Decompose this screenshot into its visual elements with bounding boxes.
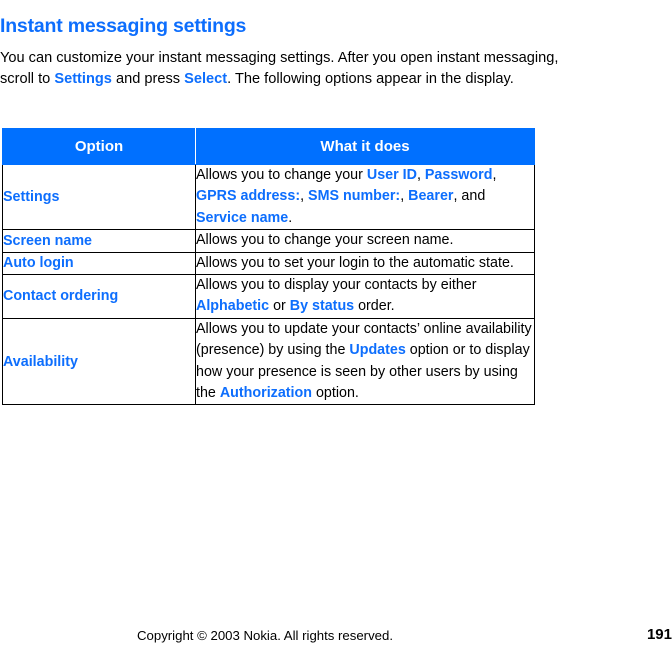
table-row: Screen name Allows you to change your sc… — [2, 229, 535, 253]
desc-text: Allows you to change your — [196, 167, 367, 183]
desc-text: or — [269, 298, 290, 315]
desc-term-updates: Updates — [349, 342, 406, 359]
option-name-availability: Availability — [2, 317, 196, 406]
option-description-availability: Allows you to update your contacts’ onli… — [195, 317, 535, 406]
desc-term-alphabetic: Alphabetic — [196, 298, 270, 315]
desc-text: Allows you to change your screen name. — [196, 232, 454, 249]
option-description-settings: Allows you to change your User ID, Passw… — [195, 163, 535, 231]
column-header-option: Option — [2, 128, 196, 165]
column-header-what-it-does: What it does — [195, 128, 535, 165]
desc-text: , and — [453, 188, 486, 205]
option-name-settings: Settings — [2, 163, 196, 231]
table-row: Auto login Allows you to set your login … — [2, 251, 535, 276]
desc-text: . — [288, 209, 293, 226]
copyright-notice: Copyright © 2003 Nokia. All rights reser… — [137, 628, 394, 643]
option-description-screen-name: Allows you to change your screen name. — [195, 229, 535, 253]
intro-text-part-3: . The following options appear in the di… — [227, 71, 514, 88]
desc-text: , — [416, 167, 425, 183]
desc-text: , — [400, 188, 409, 205]
desc-text: Allows you to display your contacts by e… — [196, 277, 477, 294]
options-table: Option What it does Settings Allows you … — [2, 128, 535, 406]
table-row: Contact ordering Allows you to display y… — [2, 274, 535, 319]
desc-text: , — [300, 188, 309, 205]
table-row: Settings Allows you to change your User … — [2, 163, 535, 231]
desc-term-authorization: Authorization — [219, 385, 312, 402]
desc-term-bearer: Bearer — [408, 188, 454, 205]
table-row: Availability Allows you to update your c… — [2, 317, 535, 406]
desc-term-sms-number: SMS number: — [308, 188, 401, 205]
page-number: 191 — [646, 626, 672, 643]
option-description-contact-ordering: Allows you to display your contacts by e… — [195, 274, 535, 319]
document-page: Instant messaging settings You can custo… — [0, 0, 672, 649]
intro-paragraph: You can customize your instant messaging… — [0, 48, 566, 91]
desc-text: order. — [354, 298, 395, 315]
intro-term-select: Select — [184, 71, 228, 88]
option-name-screen-name: Screen name — [2, 229, 196, 253]
page-title: Instant messaging settings — [0, 15, 247, 38]
desc-text: , — [492, 167, 497, 183]
table-header-row: Option What it does — [2, 128, 535, 165]
desc-term-service-name: Service name — [196, 209, 289, 226]
page-footer: Copyright © 2003 Nokia. All rights reser… — [0, 626, 672, 649]
intro-term-settings: Settings — [54, 71, 112, 88]
desc-term-gprs-address: GPRS address: — [196, 188, 301, 205]
intro-text-part-2: and press — [111, 71, 185, 88]
desc-text: Allows you to set your login to the auto… — [196, 254, 514, 271]
option-name-contact-ordering: Contact ordering — [2, 274, 196, 319]
desc-term-password: Password — [424, 167, 493, 183]
desc-text: option. — [311, 385, 359, 402]
option-name-auto-login: Auto login — [2, 251, 196, 276]
desc-term-user-id: User ID — [366, 167, 417, 183]
option-description-auto-login: Allows you to set your login to the auto… — [195, 251, 535, 276]
desc-term-by-status: By status — [289, 298, 355, 315]
